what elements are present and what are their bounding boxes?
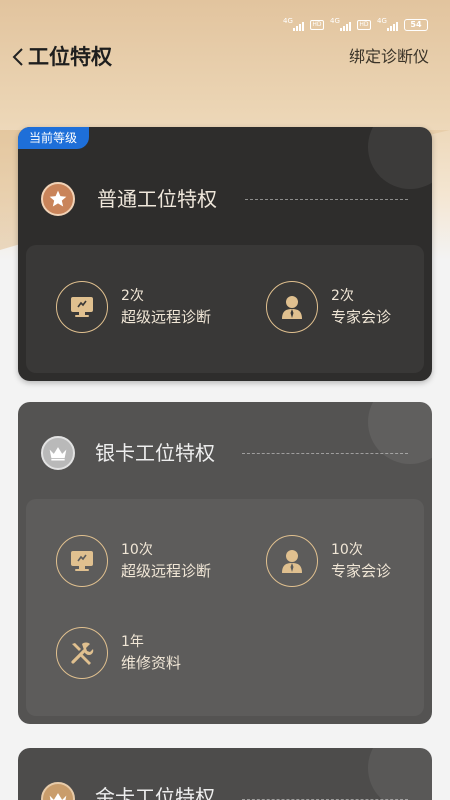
tier-card-gold[interactable]: 金卡工位特权 [18,748,432,800]
perk-count: 2次 [121,288,144,304]
tools-icon [56,627,108,679]
tier-title: 银卡工位特权 [95,441,215,465]
network-type: 4G [330,17,340,25]
star-medal-icon [41,182,75,216]
signal-icon: 4G [377,17,398,31]
perk-item: 10次 超级远程诊断 [56,535,211,587]
perk-label: 专家会诊 [331,308,392,326]
card-decoration [368,748,432,800]
tier-title: 普通工位特权 [97,187,217,211]
monitor-icon [56,535,108,587]
current-level-badge: 当前等级 [18,127,90,149]
perk-count: 10次 [331,542,363,558]
expert-icon [266,281,318,333]
perk-item: 10次 专家会诊 [266,535,391,587]
tier-card-normal[interactable]: 当前等级 普通工位特权 2次 超级远程诊断 2次 专家会诊 [18,127,432,381]
back-icon[interactable] [8,46,28,68]
hd-icon: HD [357,20,371,30]
perk-label: 专家会诊 [331,562,392,580]
perk-item: 2次 超级远程诊断 [56,281,211,333]
monitor-icon [56,281,108,333]
network-type: 4G [377,17,387,25]
tier-card-silver[interactable]: 银卡工位特权 10次 超级远程诊断 10次 专家会诊 1年 维修资料 [18,402,432,724]
perk-label: 维修资料 [121,654,182,672]
tier-title: 金卡工位特权 [95,785,215,800]
expert-icon [266,535,318,587]
perk-panel: 2次 超级远程诊断 2次 专家会诊 [26,245,424,373]
perk-label: 超级远程诊断 [121,308,212,326]
status-bar: 4G HD 4G HD 4G 54 [283,16,428,34]
signal-icon: 4G [330,17,351,31]
card-decoration [368,127,432,189]
page-title: 工位特权 [28,45,112,69]
signal-icon: 4G [283,17,304,31]
perk-label: 超级远程诊断 [121,562,212,580]
crown-medal-icon [41,436,75,470]
card-decoration [368,402,432,464]
perk-item: 1年 维修资料 [56,627,181,679]
perk-count: 10次 [121,542,153,558]
perk-count: 1年 [121,634,144,650]
network-type: 4G [283,17,293,25]
crown-medal-icon [41,782,75,800]
battery-icon: 54 [404,19,428,31]
perk-count: 2次 [331,288,354,304]
perk-item: 2次 专家会诊 [266,281,391,333]
navigation-bar: 工位特权 绑定诊断仪 [0,40,450,74]
divider [245,199,408,200]
hd-icon: HD [310,20,324,30]
perk-panel: 10次 超级远程诊断 10次 专家会诊 1年 维修资料 [26,499,424,716]
divider [242,453,408,454]
bind-diagnostic-device-link[interactable]: 绑定诊断仪 [349,46,429,68]
